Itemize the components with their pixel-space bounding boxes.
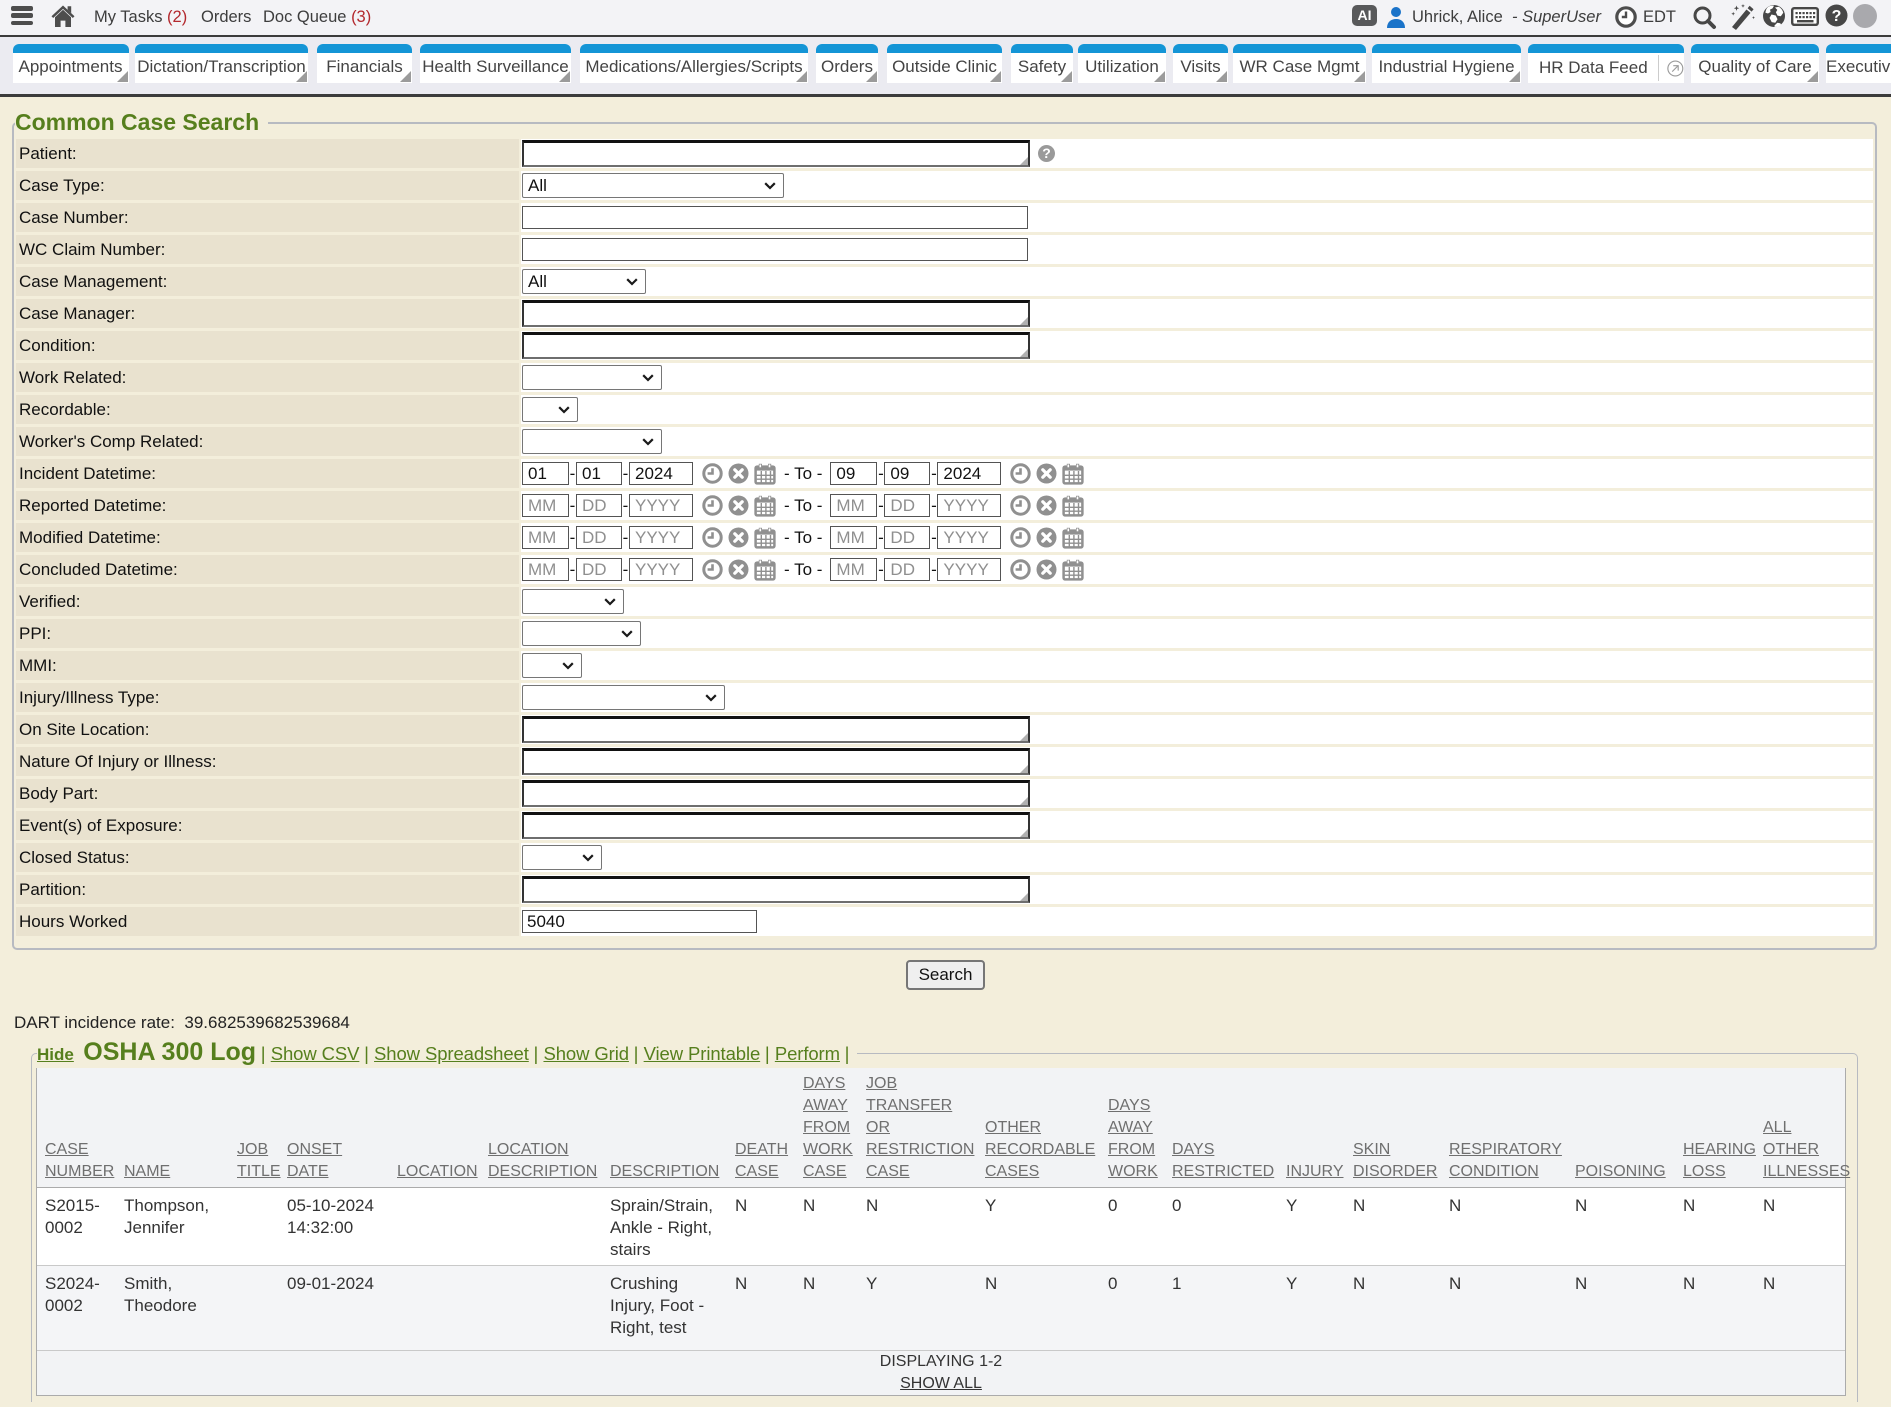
svg-text:?: ?: [1832, 8, 1842, 25]
